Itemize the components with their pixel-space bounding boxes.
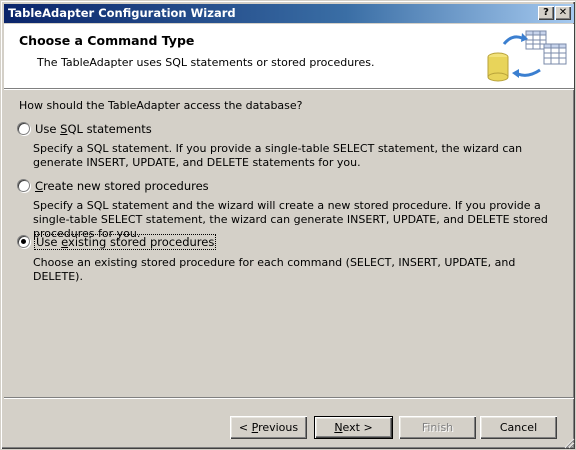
page-subtitle: The TableAdapter uses SQL statements or … xyxy=(37,56,375,69)
database-transfer-icon xyxy=(487,30,567,82)
window-title: TableAdapter Configuration Wizard xyxy=(8,6,236,20)
close-button[interactable]: ✕ xyxy=(555,6,571,20)
header-separator xyxy=(4,88,574,90)
radio-create-stored-procedures[interactable] xyxy=(17,179,30,192)
question-label: How should the TableAdapter access the d… xyxy=(19,99,303,112)
next-button[interactable]: Next > xyxy=(314,416,393,439)
radio-sql-statements[interactable] xyxy=(17,122,30,135)
wizard-window: TableAdapter Configuration Wizard ? ✕ Ch… xyxy=(0,0,576,450)
finish-button: Finish xyxy=(399,416,476,439)
option-desc-existing-stored-procedures: Choose an existing stored procedure for … xyxy=(33,256,516,283)
option-desc-sql-statements: Specify a SQL statement. If you provide … xyxy=(33,142,523,169)
option-label-existing-stored-procedures: Use existing stored procedures xyxy=(33,234,217,250)
previous-button[interactable]: < Previous xyxy=(230,416,307,439)
option-label-create-stored-procedures: Create new stored procedures xyxy=(35,179,209,193)
wizard-header: Choose a Command Type The TableAdapter u… xyxy=(4,24,574,88)
option-label-sql-statements: Use SQL statements xyxy=(35,122,152,136)
radio-selected-dot xyxy=(21,239,26,244)
title-bar[interactable]: TableAdapter Configuration Wizard xyxy=(4,4,574,23)
radio-existing-stored-procedures[interactable] xyxy=(17,235,30,248)
page-title: Choose a Command Type xyxy=(19,33,195,48)
footer-separator xyxy=(4,397,574,399)
cancel-button[interactable]: Cancel xyxy=(480,416,557,439)
resize-grip-icon[interactable] xyxy=(563,437,575,449)
help-button[interactable]: ? xyxy=(538,6,554,20)
